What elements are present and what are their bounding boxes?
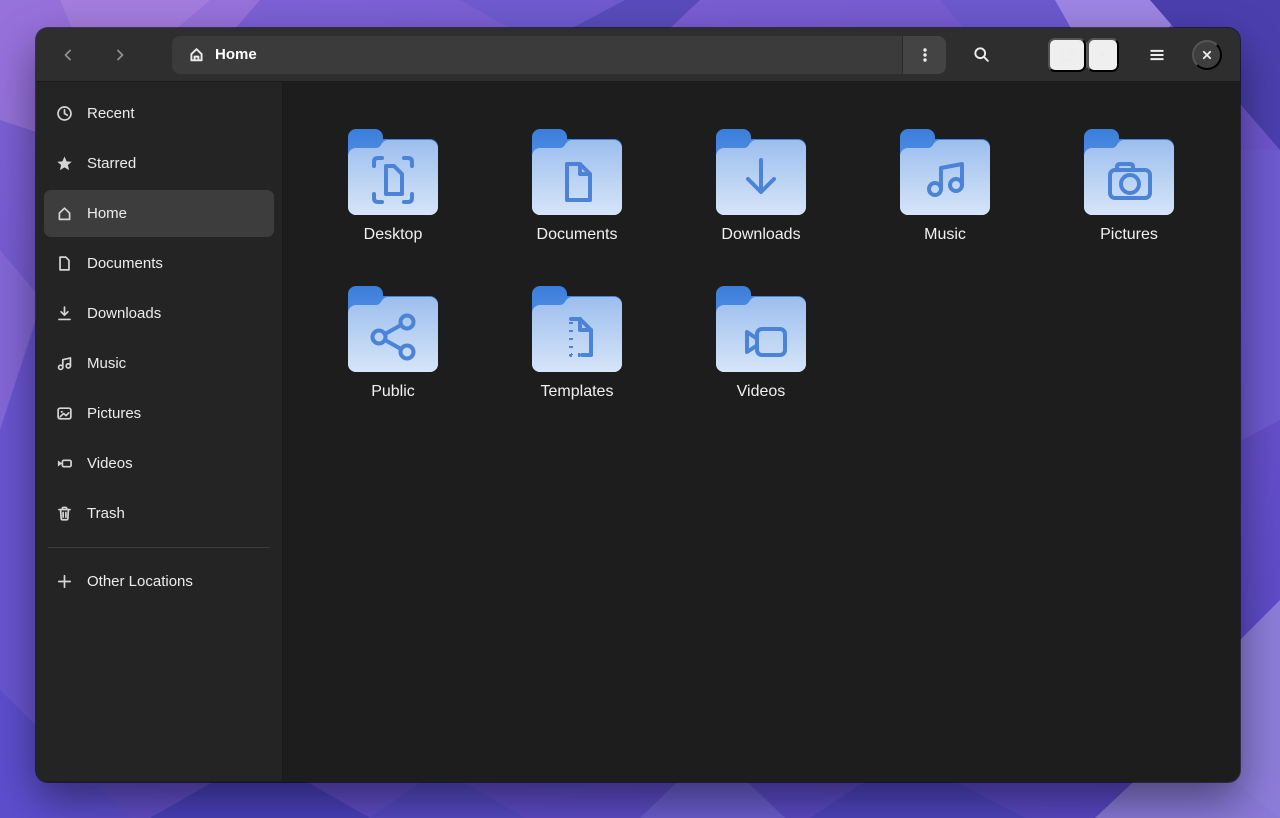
folder-grid: Desktop Documents xyxy=(283,82,1240,781)
hamburger-icon xyxy=(1148,46,1166,64)
caret-down-icon xyxy=(1096,48,1110,62)
clock-icon xyxy=(56,105,73,122)
folder-item-downloads[interactable]: Downloads xyxy=(669,123,853,244)
view-toggle-split-button xyxy=(1048,38,1119,72)
music-note-icon xyxy=(56,355,73,372)
templates-folder-icon xyxy=(527,280,627,374)
sidebar-item-label: Home xyxy=(87,205,127,222)
sidebar-item-videos[interactable]: Videos xyxy=(44,440,274,487)
file-manager-window: Home xyxy=(36,28,1240,782)
download-icon xyxy=(56,305,73,322)
downloads-folder-icon xyxy=(711,123,811,217)
forward-button[interactable] xyxy=(96,36,144,74)
image-icon xyxy=(56,405,73,422)
path-bar[interactable]: Home xyxy=(172,36,946,74)
video-camera-icon xyxy=(56,455,73,472)
folder-name: Pictures xyxy=(1100,226,1158,244)
path-location-label: Home xyxy=(215,46,257,63)
music-folder-icon xyxy=(895,123,995,217)
sidebar: Recent Starred Home xyxy=(36,82,283,781)
breadcrumb[interactable]: Home xyxy=(172,46,902,63)
sidebar-item-label: Documents xyxy=(87,255,163,272)
document-icon xyxy=(56,255,73,272)
folder-item-documents[interactable]: Documents xyxy=(485,123,669,244)
search-icon xyxy=(973,46,990,63)
home-icon xyxy=(56,205,73,222)
sidebar-item-starred[interactable]: Starred xyxy=(44,140,274,187)
chevron-left-icon xyxy=(60,47,76,63)
search-button[interactable] xyxy=(964,38,998,72)
folder-name: Templates xyxy=(541,383,614,401)
sidebar-item-music[interactable]: Music xyxy=(44,340,274,387)
back-button[interactable] xyxy=(44,36,92,74)
sidebar-item-label: Recent xyxy=(87,105,135,122)
documents-folder-icon xyxy=(527,123,627,217)
sidebar-item-pictures[interactable]: Pictures xyxy=(44,390,274,437)
folder-name: Public xyxy=(371,383,415,401)
header-bar: Home xyxy=(36,28,1240,82)
list-view-icon xyxy=(1059,46,1076,63)
sidebar-item-label: Pictures xyxy=(87,405,141,422)
desktop-folder-icon xyxy=(343,123,443,217)
folder-name: Downloads xyxy=(721,226,800,244)
sidebar-item-recent[interactable]: Recent xyxy=(44,90,274,137)
sidebar-item-other-locations[interactable]: Other Locations xyxy=(44,558,274,605)
plus-icon xyxy=(56,573,73,590)
sidebar-item-home[interactable]: Home xyxy=(44,190,274,237)
chevron-right-icon xyxy=(112,47,128,63)
sidebar-item-label: Videos xyxy=(87,455,133,472)
vertical-dots-icon xyxy=(917,47,933,63)
folder-name: Videos xyxy=(737,383,786,401)
folder-item-pictures[interactable]: Pictures xyxy=(1037,123,1221,244)
sidebar-item-label: Starred xyxy=(87,155,136,172)
sidebar-item-trash[interactable]: Trash xyxy=(44,490,274,537)
view-options-dropdown-button[interactable] xyxy=(1087,38,1119,72)
pictures-folder-icon xyxy=(1079,123,1179,217)
close-window-button[interactable] xyxy=(1192,40,1222,70)
star-icon xyxy=(56,155,73,172)
sidebar-divider xyxy=(48,547,270,548)
sidebar-item-documents[interactable]: Documents xyxy=(44,240,274,287)
sidebar-item-label: Other Locations xyxy=(87,573,193,590)
path-menu-button[interactable] xyxy=(902,36,946,74)
folder-item-desktop[interactable]: Desktop xyxy=(301,123,485,244)
folder-name: Music xyxy=(924,226,966,244)
list-view-button[interactable] xyxy=(1048,38,1086,72)
desktop-wallpaper: Home xyxy=(0,0,1280,818)
folder-item-public[interactable]: Public xyxy=(301,280,485,401)
folder-name: Documents xyxy=(537,226,618,244)
close-icon xyxy=(1199,47,1215,63)
trash-icon xyxy=(56,505,73,522)
videos-folder-icon xyxy=(711,280,811,374)
folder-name: Desktop xyxy=(364,226,423,244)
public-folder-icon xyxy=(343,280,443,374)
home-icon xyxy=(188,46,205,63)
sidebar-item-label: Music xyxy=(87,355,126,372)
folder-item-videos[interactable]: Videos xyxy=(669,280,853,401)
sidebar-item-label: Trash xyxy=(87,505,125,522)
main-menu-button[interactable] xyxy=(1138,38,1176,72)
folder-item-music[interactable]: Music xyxy=(853,123,1037,244)
sidebar-item-label: Downloads xyxy=(87,305,161,322)
sidebar-item-downloads[interactable]: Downloads xyxy=(44,290,274,337)
folder-item-templates[interactable]: Templates xyxy=(485,280,669,401)
